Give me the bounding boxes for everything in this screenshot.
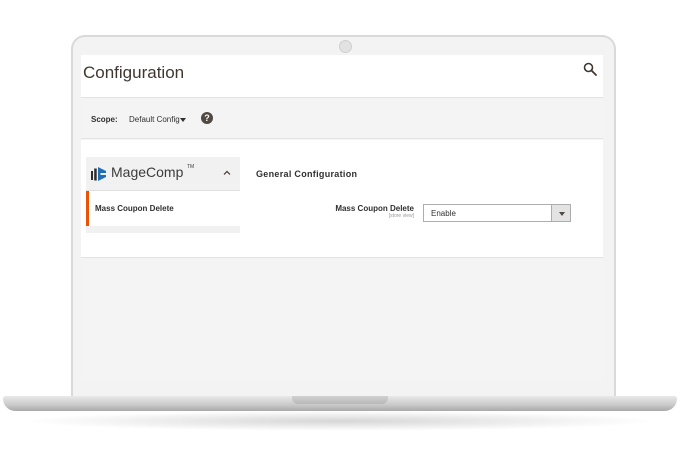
laptop-shadow <box>20 411 660 431</box>
field-scope-hint: [store view] <box>388 213 414 219</box>
sidebar-footer <box>86 226 240 233</box>
scope-switcher[interactable]: Default Config <box>129 115 180 124</box>
sidebar-group-magecomp[interactable]: MageComp TM <box>86 157 240 191</box>
sidebar-item-label: Mass Coupon Delete <box>95 204 174 213</box>
help-icon[interactable]: ? <box>201 112 213 124</box>
page-header: Configuration <box>81 55 603 97</box>
screen: Configuration Scope: Default Config ? Ma… <box>81 55 603 380</box>
camera-icon <box>339 40 352 53</box>
caret-down-icon[interactable] <box>180 118 186 122</box>
page-title: Configuration <box>83 63 185 82</box>
scope-bar: Scope: Default Config ? <box>81 97 603 139</box>
select-value: Enable <box>431 209 456 218</box>
field-label: Mass Coupon Delete <box>335 204 414 213</box>
scope-label: Scope: <box>91 115 118 124</box>
trademark: TM <box>187 164 195 170</box>
caret-down-icon <box>559 212 565 216</box>
sidebar-item-mass-coupon-delete[interactable]: Mass Coupon Delete <box>86 191 240 226</box>
search-icon[interactable] <box>583 62 597 76</box>
select-toggle[interactable] <box>551 205 570 221</box>
laptop-notch <box>292 396 388 404</box>
config-content: MageComp TM Mass Coupon Delete General C… <box>81 140 603 258</box>
mass-coupon-delete-select[interactable]: Enable <box>423 204 571 222</box>
section-title[interactable]: General Configuration <box>256 169 357 179</box>
magecomp-logo-icon <box>91 167 106 181</box>
brand-name: MageComp <box>111 164 184 180</box>
chevron-up-icon[interactable] <box>222 168 232 178</box>
